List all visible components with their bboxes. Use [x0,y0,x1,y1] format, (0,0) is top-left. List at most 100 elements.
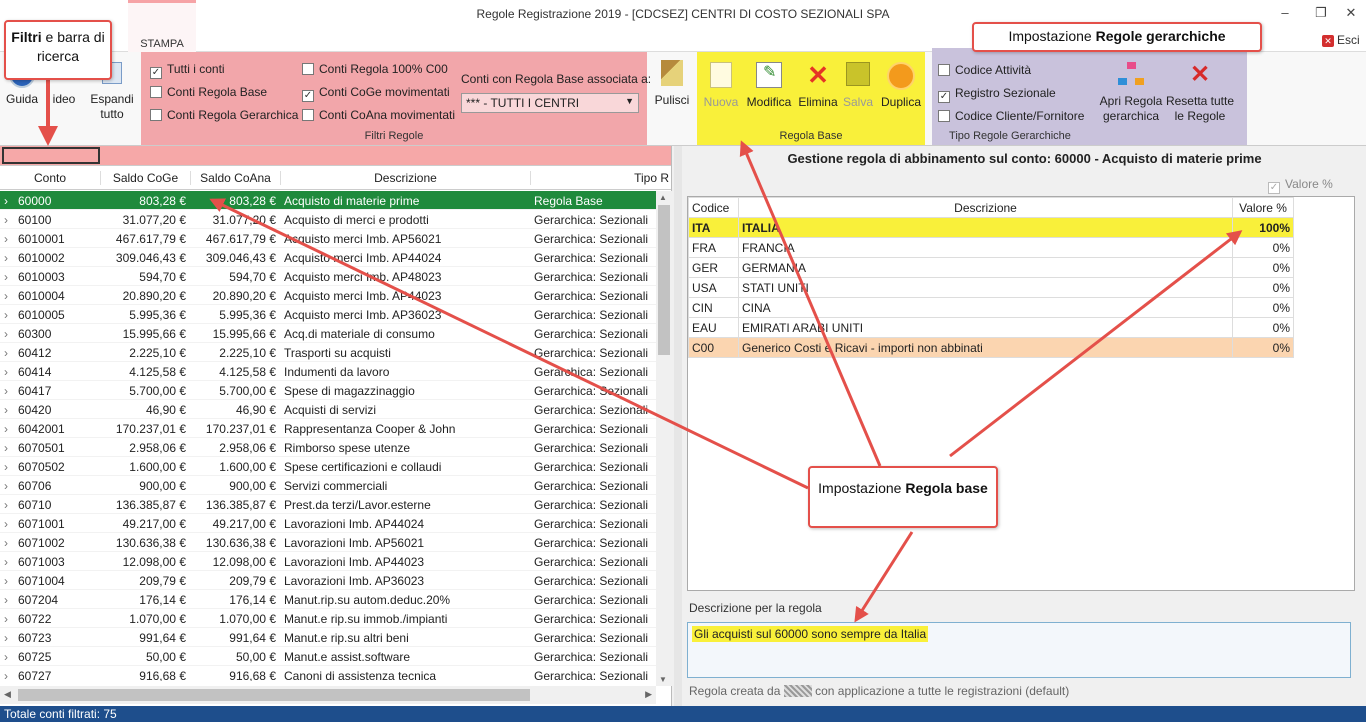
exit-button[interactable]: ✕ Esci [1322,33,1360,47]
row-expand-icon[interactable]: › [4,289,8,303]
duplica-button[interactable]: Duplica [879,62,923,110]
col-tipo[interactable]: Tipo R [530,171,671,185]
filter-row[interactable] [0,146,671,166]
row-expand-icon[interactable]: › [4,669,8,681]
table-row[interactable]: › 6070502 1.600,00 € 1.600,00 € Spese certif… [0,457,656,476]
table-row[interactable]: EAU EMIRATI ARABI UNITI 0% [688,317,1294,338]
chk-cliente[interactable]: Codice Cliente/Fornitore [938,109,1084,123]
chk-coana[interactable]: Conti CoAna movimentati [302,108,455,122]
row-expand-icon[interactable]: › [4,612,8,626]
chk-coge[interactable]: ✓ Conti CoGe movimentati [302,85,450,102]
col-saldo-coge[interactable]: Saldo CoGe [100,171,190,185]
pulisci-button[interactable]: Pulisci [652,60,692,108]
col-descrizione[interactable]: Descrizione [280,171,530,185]
row-expand-icon[interactable]: › [4,498,8,512]
row-expand-icon[interactable]: › [4,403,8,417]
desc-textarea[interactable]: Gli acquisti sul 60000 sono sempre da It… [687,622,1351,678]
table-row[interactable]: › 6071002 130.636,38 € 130.636,38 € Lavorazi… [0,533,656,552]
table-row[interactable]: › 60100 31.077,20 € 31.077,20 € Acquisto di … [0,210,656,229]
row-expand-icon[interactable]: › [4,194,8,208]
col-valore[interactable]: Valore % [1232,197,1294,218]
row-expand-icon[interactable]: › [4,574,8,588]
table-row[interactable]: › 60412 2.225,10 € 2.225,10 € Trasporti su a… [0,343,656,362]
table-row[interactable]: › 6071001 49.217,00 € 49.217,00 € Lavorazion… [0,514,656,533]
table-row[interactable]: › 60000 803,28 € 803,28 € Acquisto di materi… [0,191,656,210]
table-row[interactable]: ITA ITALIA 100% [688,217,1294,238]
salva-button[interactable]: Salva [841,62,875,110]
elimina-button[interactable]: ✕ Elimina [797,62,839,110]
table-row[interactable]: › 60725 50,00 € 50,00 € Manut.e assist.softw… [0,647,656,666]
row-expand-icon[interactable]: › [4,308,8,322]
table-row[interactable]: › 60727 916,68 € 916,68 € Canoni di assisten… [0,666,656,681]
grid-vertical-scrollbar[interactable]: ▲ ▼ [656,191,672,686]
table-row[interactable]: › 6010004 20.890,20 € 20.890,20 € Acquisto m… [0,286,656,305]
row-expand-icon[interactable]: › [4,365,8,379]
col-conto[interactable]: Conto [0,171,100,185]
row-expand-icon[interactable]: › [4,441,8,455]
row-expand-icon[interactable]: › [4,346,8,360]
tab-stampa[interactable]: STAMPA [128,0,196,52]
row-expand-icon[interactable]: › [4,327,8,341]
modifica-button[interactable]: ✎ Modifica [743,62,795,110]
table-row[interactable]: USA STATI UNITI 0% [688,277,1294,298]
table-row[interactable]: › 60300 15.995,66 € 15.995,66 € Acq.di mater… [0,324,656,343]
chk-c100[interactable]: Conti Regola 100% C00 [302,62,448,76]
row-expand-icon[interactable]: › [4,384,8,398]
chk-base[interactable]: Conti Regola Base [150,85,267,99]
row-expand-icon[interactable]: › [4,555,8,569]
row-expand-icon[interactable]: › [4,460,8,474]
table-row[interactable]: › 6071004 209,79 € 209,79 € Lavorazioni Imb.… [0,571,656,590]
centri-select[interactable]: *** - TUTTI I CENTRI ▼ [461,93,639,113]
table-row[interactable]: › 607204 176,14 € 176,14 € Manut.rip.su auto… [0,590,656,609]
chk-tutti[interactable]: ✓ Tutti i conti [150,62,225,79]
table-row[interactable]: › 6070501 2.958,06 € 2.958,06 € Rimborso spe… [0,438,656,457]
table-row[interactable]: › 6010002 309.046,43 € 309.046,43 € Acquisto… [0,248,656,267]
table-row[interactable]: GER GERMANIA 0% [688,257,1294,278]
col-saldo-coana[interactable]: Saldo CoAna [190,171,280,185]
minimize-icon[interactable]: – [1270,2,1300,26]
table-row[interactable]: › 60417 5.700,00 € 5.700,00 € Spese di magaz… [0,381,656,400]
row-expand-icon[interactable]: › [4,593,8,607]
table-row[interactable]: › 60706 900,00 € 900,00 € Servizi commercial… [0,476,656,495]
nuova-button[interactable]: Nuova [702,62,740,110]
maximize-icon[interactable]: ❐ [1306,2,1336,26]
row-expand-icon[interactable]: › [4,631,8,645]
table-row[interactable]: › 6042001 170.237,01 € 170.237,01 € Rapprese… [0,419,656,438]
table-row[interactable]: › 6010001 467.617,79 € 467.617,79 € Acquisto… [0,229,656,248]
row-expand-icon[interactable]: › [4,251,8,265]
apri-regola-button[interactable]: Apri Regola gerarchica [1096,62,1166,124]
table-row[interactable]: › 6010005 5.995,36 € 5.995,36 € Acquisto mer… [0,305,656,324]
conti-grid-panel: Conto Saldo CoGe Saldo CoAna Descrizione… [0,146,672,706]
row-expand-icon[interactable]: › [4,422,8,436]
table-row[interactable]: › 6010003 594,70 € 594,70 € Acquisto merci I… [0,267,656,286]
table-row[interactable]: › 6071003 12.098,00 € 12.098,00 € Lavorazion… [0,552,656,571]
panel-splitter[interactable] [674,146,682,706]
row-expand-icon[interactable]: › [4,213,8,227]
chk-attivita[interactable]: Codice Attività [938,63,1031,77]
row-expand-icon[interactable]: › [4,232,8,246]
row-expand-icon[interactable]: › [4,270,8,284]
table-row[interactable]: C00 Generico Costi e Ricavi - importi non… [688,337,1294,358]
table-row[interactable]: › 60723 991,64 € 991,64 € Manut.e rip.su alt… [0,628,656,647]
table-row[interactable]: › 60722 1.070,00 € 1.070,00 € Manut.e rip.su… [0,609,656,628]
table-row[interactable]: › 60710 136.385,87 € 136.385,87 € Prest.da t… [0,495,656,514]
table-row[interactable]: › 60420 46,90 € 46,90 € Acquisti di servizi G… [0,400,656,419]
close-icon[interactable]: ✕ [1336,2,1366,26]
table-row[interactable]: CIN CINA 0% [688,297,1294,318]
conto-filter-input[interactable] [2,147,100,164]
table-row[interactable]: › 60414 4.125,58 € 4.125,58 € Indumenti da l… [0,362,656,381]
save-icon [846,62,870,86]
row-expand-icon[interactable]: › [4,517,8,531]
row-expand-icon[interactable]: › [4,536,8,550]
video-button[interactable]: ideo [50,92,78,107]
chk-registro[interactable]: ✓ Registro Sezionale [938,86,1056,103]
valore-pct-toggle[interactable]: ✓ Valore % [1268,177,1333,194]
table-row[interactable]: FRA FRANCIA 0% [688,237,1294,258]
grid-horizontal-scrollbar[interactable]: ◀ ▶ [0,686,656,704]
row-expand-icon[interactable]: › [4,479,8,493]
resetta-regole-button[interactable]: ✕ Resetta tutte le Regole [1164,62,1236,124]
col-descrizione-centro[interactable]: Descrizione [737,197,1234,218]
col-codice[interactable]: Codice [688,197,739,218]
row-expand-icon[interactable]: › [4,650,8,664]
chk-gerarchica[interactable]: Conti Regola Gerarchica [150,108,298,122]
